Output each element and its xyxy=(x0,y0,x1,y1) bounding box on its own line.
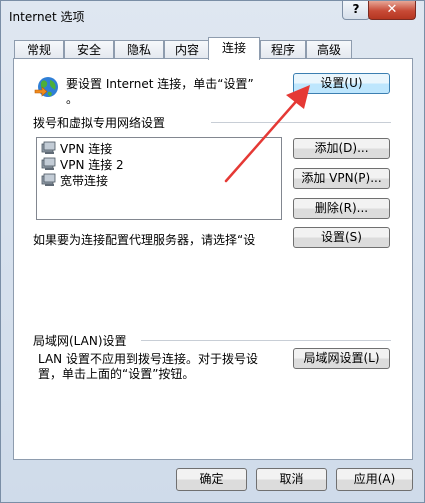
connections-panel: 要设置 Internet 连接，单击“设置” 。 设置(U) 拨号和虚拟专用网络… xyxy=(13,58,413,460)
connection-name: VPN 连接 2 xyxy=(60,158,124,172)
tab-privacy[interactable]: 隐私 xyxy=(114,40,164,59)
section-divider xyxy=(141,340,391,341)
annotation-arrow-icon xyxy=(224,85,310,183)
lan-section-title: 局域网(LAN)设置 xyxy=(33,334,127,348)
list-item[interactable]: VPN 连接 2 xyxy=(41,157,124,173)
connection-name: 宽带连接 xyxy=(60,174,109,188)
network-connection-icon xyxy=(41,173,56,186)
internet-globe-icon xyxy=(34,77,58,97)
dialup-settings-button[interactable]: 设置(S) xyxy=(293,227,390,248)
tab-advanced[interactable]: 高级 xyxy=(306,40,352,59)
title-bar[interactable]: Internet 选项 ? ✕ xyxy=(1,1,424,31)
apply-button[interactable]: 应用(A) xyxy=(336,468,413,491)
ok-button[interactable]: 确定 xyxy=(176,468,247,491)
close-button[interactable]: ✕ xyxy=(368,1,416,20)
tab-connections[interactable]: 连接 xyxy=(208,37,260,60)
remove-button[interactable]: 删除(R)... xyxy=(293,198,390,219)
lan-description-line2: 置，单击上面的“设置”按钮。 xyxy=(38,367,195,381)
tab-general[interactable]: 常规 xyxy=(14,40,64,59)
setup-connection-text-end: 。 xyxy=(66,92,79,106)
connection-name: VPN 连接 xyxy=(60,142,113,156)
proxy-hint-text: 如果要为连接配置代理服务器，请选择“设 xyxy=(33,233,256,247)
list-item[interactable]: 宽带连接 xyxy=(41,173,108,189)
tab-security[interactable]: 安全 xyxy=(64,40,114,59)
cancel-button[interactable]: 取消 xyxy=(256,468,327,491)
lan-settings-button[interactable]: 局域网设置(L) xyxy=(293,348,390,369)
help-button[interactable]: ? xyxy=(342,1,370,20)
window-title: Internet 选项 xyxy=(9,10,85,24)
list-item[interactable]: VPN 连接 xyxy=(41,141,112,157)
tab-programs[interactable]: 程序 xyxy=(260,40,306,59)
tab-content[interactable]: 内容 xyxy=(164,40,210,59)
internet-options-window: Internet 选项 ? ✕ 常规 安全 隐私 内容 连接 程序 高级 要设置… xyxy=(0,0,425,503)
network-connection-icon xyxy=(41,157,56,170)
dialup-section-title: 拨号和虚拟专用网络设置 xyxy=(33,116,166,130)
network-connection-icon xyxy=(41,141,56,154)
